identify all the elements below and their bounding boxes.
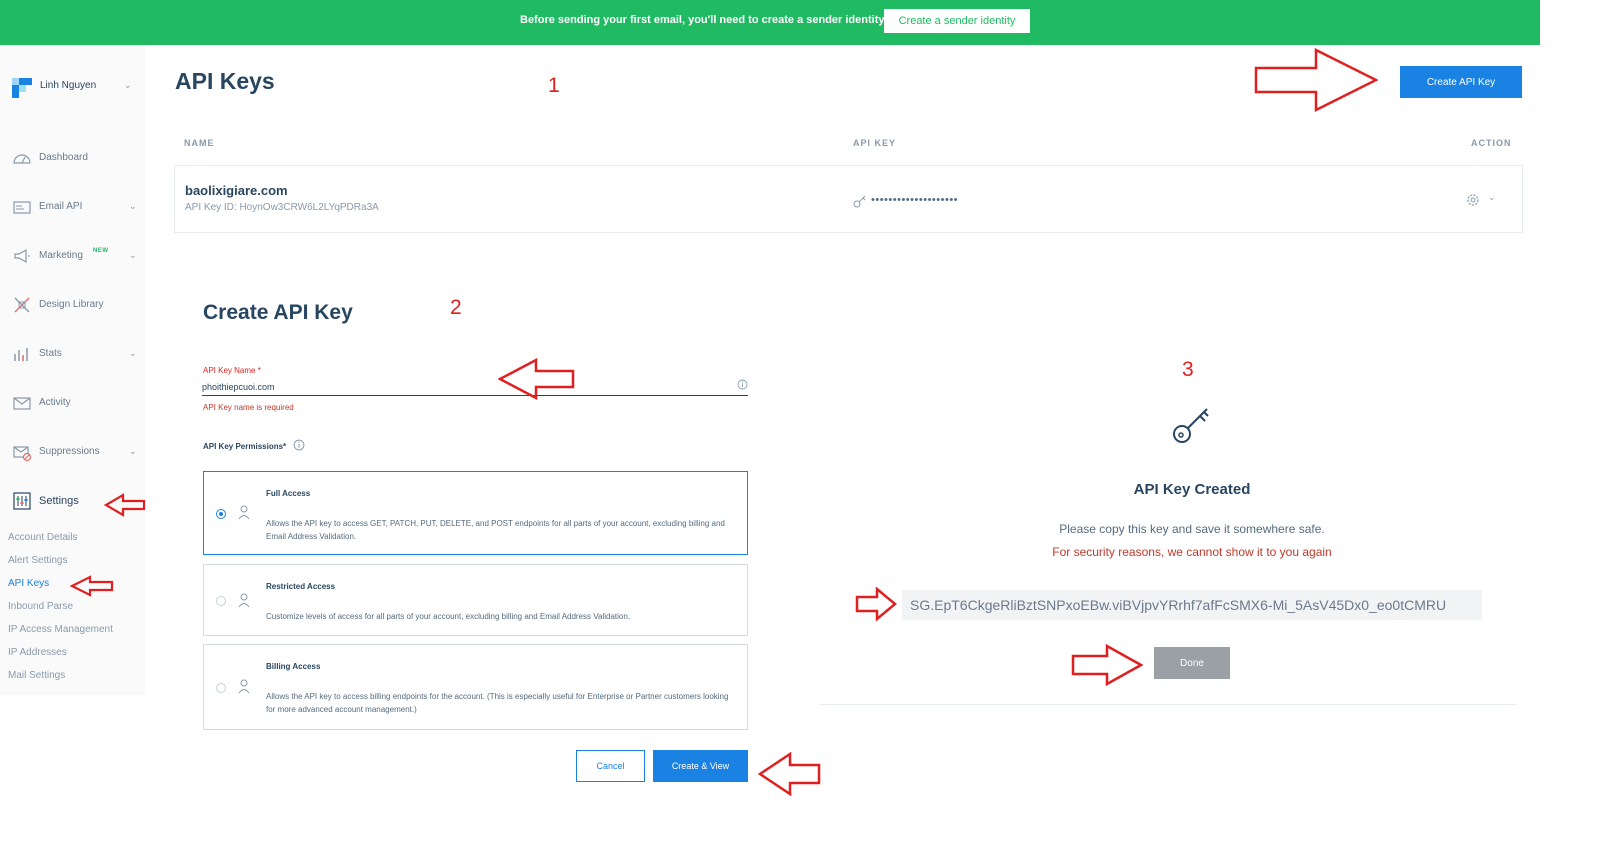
create-api-key-button[interactable]: Create API Key xyxy=(1400,66,1522,98)
api-key-name-label: API Key Name * xyxy=(203,366,261,375)
chevron-down-icon: ⌄ xyxy=(129,250,137,260)
annotation-arrow-left-icon xyxy=(104,493,146,517)
banner-text: Before sending your first email, you'll … xyxy=(520,14,887,26)
sidebar-item-marketing[interactable]: Marketing NEW ⌄ xyxy=(12,246,142,266)
annotation-step-3: 3 xyxy=(1182,358,1194,381)
sidebar-sub-api-keys[interactable]: API Keys xyxy=(8,578,49,589)
sidebar-item-design-library[interactable]: Design Library xyxy=(12,295,142,315)
info-icon xyxy=(737,379,748,390)
copy-key-message: Please copy this key and save it somewhe… xyxy=(1059,522,1325,536)
sidebar-sub-account-details[interactable]: Account Details xyxy=(8,532,77,543)
app-root: Before sending your first email, you'll … xyxy=(0,0,1600,867)
api-key-name-input[interactable] xyxy=(202,378,748,396)
panel-divider xyxy=(820,704,1516,705)
new-badge: NEW xyxy=(93,248,109,254)
permission-description: Customize levels of access for all parts… xyxy=(266,612,631,621)
sidebar: Linh Nguyen ⌄ Dashboard Email API ⌄ Mark… xyxy=(0,45,145,695)
stats-icon xyxy=(14,348,28,361)
permissions-info-icon xyxy=(293,439,305,451)
action-chevron-down-icon[interactable]: ⌄ xyxy=(1488,192,1496,203)
permission-billing-access[interactable]: Billing Access Allows the API key to acc… xyxy=(203,644,748,730)
annotation-arrow-left-icon xyxy=(498,358,575,400)
api-key-name: baolixigiare.com xyxy=(185,183,288,198)
full-access-radio[interactable] xyxy=(216,509,226,519)
sidebar-item-label: Activity xyxy=(39,397,71,408)
billing-access-radio[interactable] xyxy=(216,683,226,693)
design-library-icon xyxy=(14,297,30,313)
sidebar-item-label: Settings xyxy=(39,495,79,507)
column-header-name: NAME xyxy=(184,138,215,148)
activity-icon xyxy=(13,397,31,410)
megaphone-icon xyxy=(14,248,30,264)
done-button[interactable]: Done xyxy=(1154,647,1230,679)
user-menu-chevron-down-icon[interactable]: ⌄ xyxy=(124,80,132,91)
sidebar-item-activity[interactable]: Activity xyxy=(12,393,142,413)
annotation-arrow-left-icon xyxy=(758,752,821,796)
column-header-action: ACTION xyxy=(1471,138,1512,148)
settings-sliders-icon xyxy=(13,492,31,510)
permission-title: Restricted Access xyxy=(266,582,336,591)
dashboard-icon xyxy=(13,154,31,164)
table-row: baolixigiare.com API Key ID: HoynOw3CRW6… xyxy=(174,165,1523,233)
sidebar-item-email-api[interactable]: Email API ⌄ xyxy=(12,197,142,217)
sidebar-sub-ip-addresses[interactable]: IP Addresses xyxy=(8,647,67,658)
sidebar-item-label: Email API xyxy=(39,201,83,212)
suppressions-icon xyxy=(13,446,32,462)
api-key-name-error: API Key name is required xyxy=(203,403,294,412)
sidebar-sub-mail-settings[interactable]: Mail Settings xyxy=(8,670,65,681)
chevron-down-icon: ⌄ xyxy=(129,201,137,211)
permissions-label: API Key Permissions* xyxy=(203,442,287,451)
column-header-api-key: API KEY xyxy=(853,138,897,148)
annotation-arrow-right-icon xyxy=(1071,644,1143,686)
chevron-down-icon: ⌄ xyxy=(129,348,137,358)
sidebar-item-label: Suppressions xyxy=(39,446,100,457)
sidebar-item-dashboard[interactable]: Dashboard xyxy=(12,148,142,168)
user-access-icon xyxy=(238,679,250,694)
permission-description: Allows the API key to access billing end… xyxy=(266,692,729,714)
api-key-id: API Key ID: HoynOw3CRW6L2LYqPDRa3A xyxy=(185,202,379,213)
page-title: API Keys xyxy=(175,68,275,94)
api-key-created-title: API Key Created xyxy=(1133,481,1251,498)
security-warning: For security reasons, we cannot show it … xyxy=(1052,545,1332,559)
create-api-key-title: Create API Key xyxy=(203,301,353,324)
sidebar-item-stats[interactable]: Stats ⌄ xyxy=(12,344,142,364)
sidebar-sub-inbound-parse[interactable]: Inbound Parse xyxy=(8,601,73,612)
annotation-step-2: 2 xyxy=(450,296,462,319)
annotation-arrow-right-icon xyxy=(855,587,897,621)
sidebar-sub-alert-settings[interactable]: Alert Settings xyxy=(8,555,67,566)
gear-icon[interactable] xyxy=(1465,192,1481,208)
key-icon xyxy=(853,195,866,208)
permission-full-access[interactable]: Full Access Allows the API key to access… xyxy=(203,471,748,555)
sidebar-sub-ip-access-management[interactable]: IP Access Management xyxy=(8,624,113,635)
sender-identity-banner: Before sending your first email, you'll … xyxy=(0,0,1540,45)
masked-api-key: •••••••••••••••••••• xyxy=(871,194,959,206)
create-and-view-button[interactable]: Create & View xyxy=(653,750,748,782)
user-name[interactable]: Linh Nguyen xyxy=(40,80,96,91)
cancel-button[interactable]: Cancel xyxy=(576,750,645,782)
user-access-icon xyxy=(238,593,250,608)
permission-title: Billing Access xyxy=(266,662,321,671)
sidebar-item-label: Design Library xyxy=(39,299,104,310)
annotation-arrow-left-icon xyxy=(70,575,114,597)
email-api-icon xyxy=(13,201,31,214)
annotation-step-1: 1 xyxy=(548,74,560,97)
user-access-icon xyxy=(238,505,250,520)
sendgrid-logo-icon xyxy=(12,78,32,98)
restricted-access-radio[interactable] xyxy=(216,596,226,606)
annotation-arrow-right-icon xyxy=(1254,48,1378,112)
create-sender-identity-button[interactable]: Create a sender identity xyxy=(884,9,1030,33)
generated-api-key[interactable]: SG.EpT6CkgeRliBztSNPxoEBw.viBVjpvYRrhf7a… xyxy=(902,590,1482,620)
big-key-icon xyxy=(1173,408,1209,443)
permission-restricted-access[interactable]: Restricted Access Customize levels of ac… xyxy=(203,564,748,636)
sidebar-item-label: Stats xyxy=(39,348,62,359)
permission-title: Full Access xyxy=(266,489,311,498)
sidebar-item-suppressions[interactable]: Suppressions ⌄ xyxy=(12,442,142,462)
sidebar-item-label: Marketing xyxy=(39,250,83,261)
chevron-down-icon: ⌄ xyxy=(129,446,137,456)
sidebar-item-label: Dashboard xyxy=(39,152,88,163)
permission-description: Allows the API key to access GET, PATCH,… xyxy=(266,519,725,541)
